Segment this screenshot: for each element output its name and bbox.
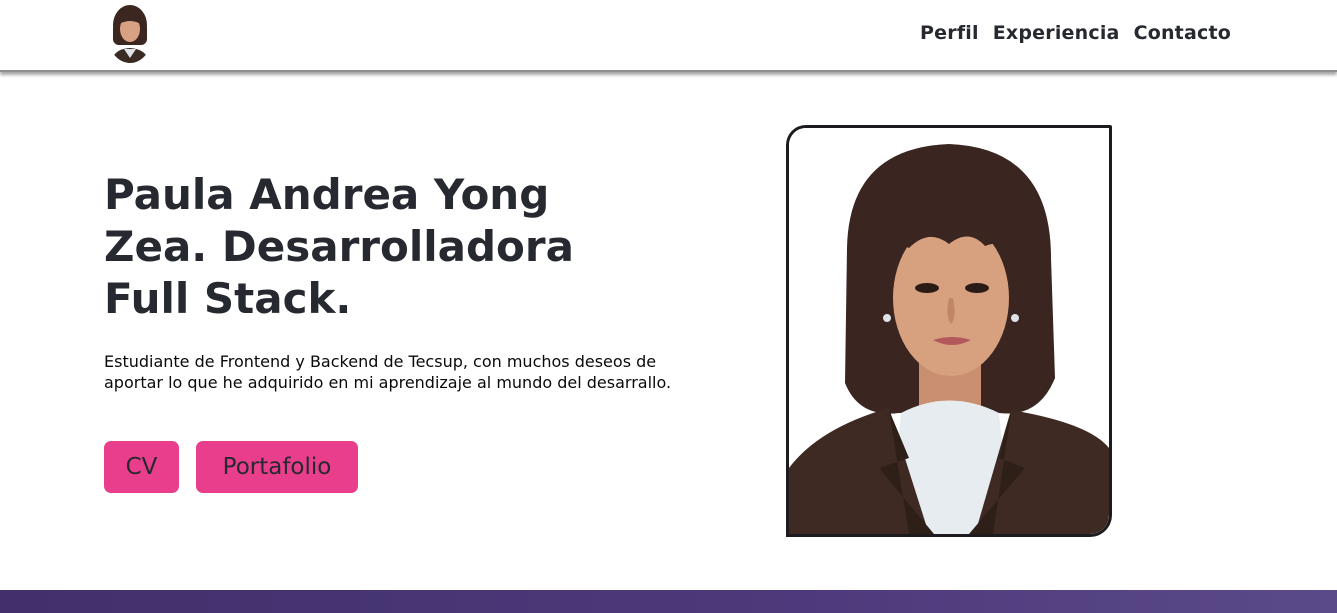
portfolio-button[interactable]: Portafolio bbox=[196, 441, 358, 493]
cv-button[interactable]: CV bbox=[104, 441, 179, 493]
navbar: Perfil Experiencia Contacto bbox=[0, 0, 1337, 72]
nav-link-experiencia[interactable]: Experiencia bbox=[993, 22, 1120, 44]
avatar-icon bbox=[107, 3, 153, 63]
nav-links: Perfil Experiencia Contacto bbox=[920, 22, 1231, 44]
nav-link-contacto[interactable]: Contacto bbox=[1134, 22, 1231, 44]
footer-bar bbox=[0, 590, 1337, 613]
portrait-image bbox=[789, 128, 1109, 534]
hero-title: Paula Andrea Yong Zea. Desarrolladora Fu… bbox=[104, 169, 664, 325]
hero-description: Estudiante de Frontend y Backend de Tecs… bbox=[104, 352, 672, 392]
nav-avatar[interactable] bbox=[107, 3, 153, 63]
profile-photo bbox=[786, 125, 1112, 537]
nav-link-perfil[interactable]: Perfil bbox=[920, 22, 979, 44]
